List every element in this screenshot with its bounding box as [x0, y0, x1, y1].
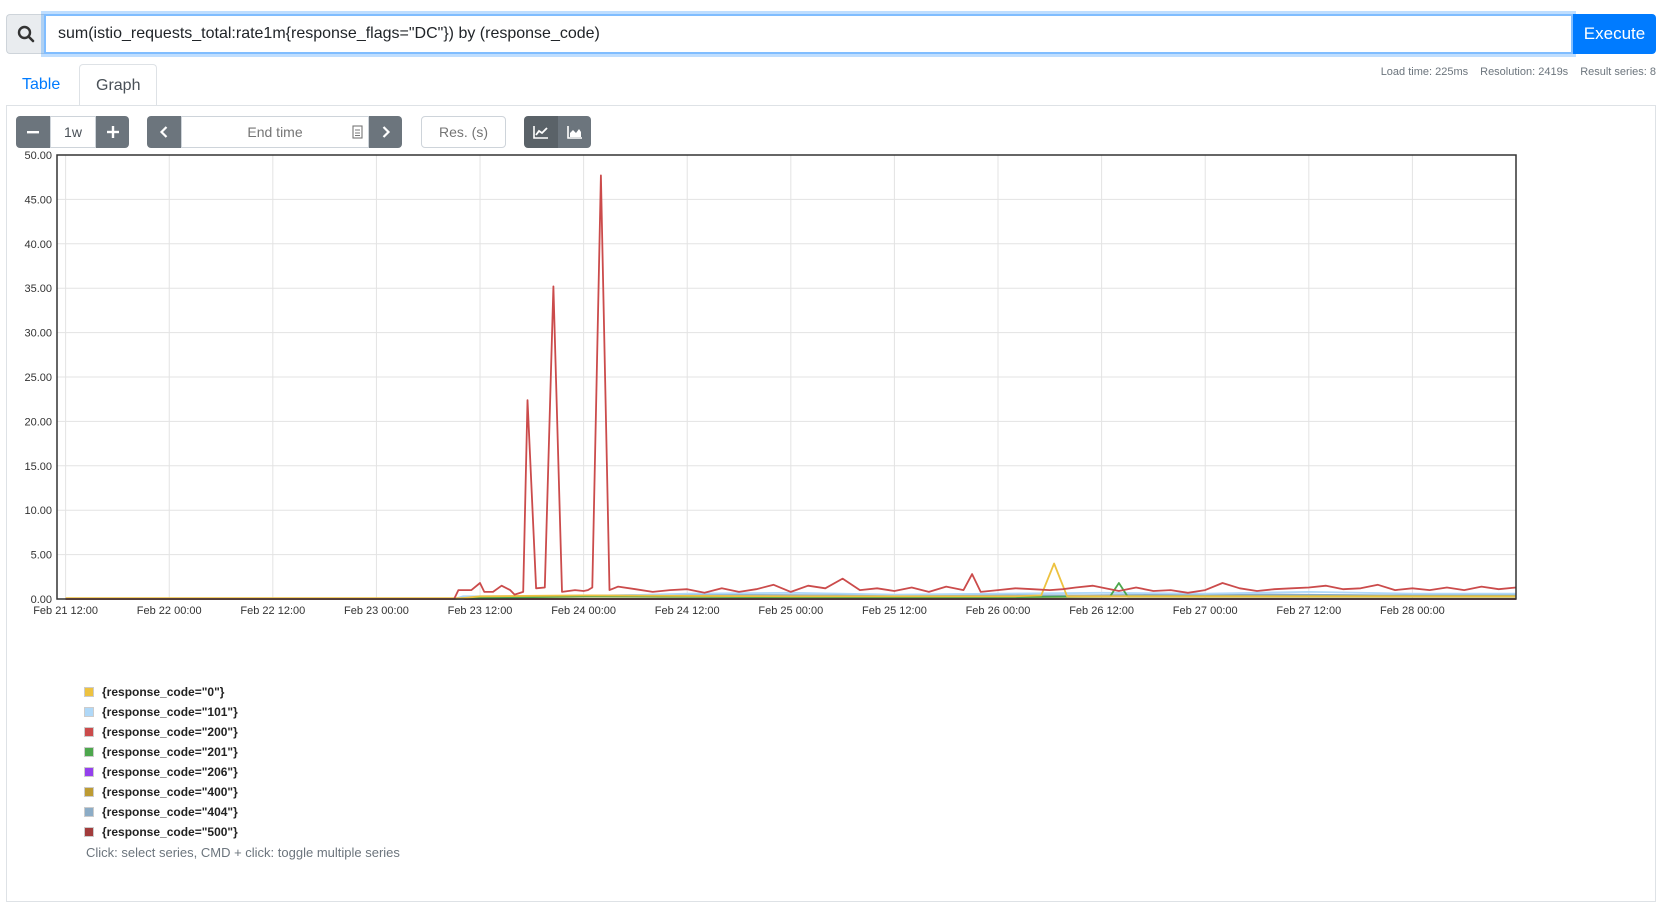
minus-icon — [27, 131, 39, 134]
area-chart-icon — [566, 126, 582, 139]
legend-swatch — [84, 707, 94, 717]
y-tick-label: 10.00 — [24, 505, 52, 517]
x-tick-label: Feb 27 12:00 — [1276, 605, 1341, 617]
x-tick-label: Feb 26 00:00 — [966, 605, 1031, 617]
calendar-icon[interactable] — [352, 125, 363, 144]
x-tick-label: Feb 28 00:00 — [1380, 605, 1445, 617]
legend-item[interactable]: {response_code="200"} — [84, 722, 238, 742]
load-time: Load time: 225ms — [1380, 66, 1469, 78]
legend-swatch — [84, 747, 94, 757]
expression-input[interactable] — [44, 14, 1573, 54]
stacked-button[interactable] — [558, 116, 591, 148]
y-tick-label: 45.00 — [24, 194, 52, 206]
legend-label: {response_code="0"} — [102, 685, 225, 699]
line-chart-icon — [533, 126, 548, 139]
chevron-right-icon — [382, 126, 390, 138]
search-addon — [6, 14, 44, 54]
y-tick-label: 5.00 — [31, 550, 52, 562]
legend-swatch — [84, 727, 94, 737]
range-input[interactable] — [50, 116, 96, 148]
legend-label: {response_code="206"} — [102, 765, 238, 779]
resolution-input[interactable] — [421, 116, 506, 148]
legend-item[interactable]: {response_code="0"} — [84, 682, 238, 702]
x-tick-label: Feb 25 12:00 — [862, 605, 927, 617]
legend-label: {response_code="400"} — [102, 785, 238, 799]
tab-table[interactable]: Table — [6, 64, 76, 106]
execute-button[interactable]: Execute — [1573, 14, 1656, 54]
legend-item[interactable]: {response_code="500"} — [84, 822, 238, 842]
legend-hint: Click: select series, CMD + click: toggl… — [86, 845, 400, 860]
x-tick-label: Feb 26 12:00 — [1069, 605, 1134, 617]
y-tick-label: 35.00 — [24, 283, 52, 295]
tab-graph[interactable]: Graph — [79, 64, 158, 106]
previous-time-button[interactable] — [147, 116, 181, 148]
legend-item[interactable]: {response_code="404"} — [84, 802, 238, 822]
query-bar: Execute — [6, 14, 1656, 54]
legend-item[interactable]: {response_code="206"} — [84, 762, 238, 782]
legend-item[interactable]: {response_code="201"} — [84, 742, 238, 762]
legend-label: {response_code="200"} — [102, 725, 238, 739]
x-tick-label: Feb 25 00:00 — [758, 605, 823, 617]
x-tick-label: Feb 21 12:00 — [33, 605, 98, 617]
y-tick-label: 15.00 — [24, 461, 52, 473]
y-tick-label: 40.00 — [24, 239, 52, 251]
y-tick-label: 20.00 — [24, 416, 52, 428]
time-series-chart[interactable]: 0.005.0010.0015.0020.0025.0030.0035.0040… — [0, 150, 1662, 630]
unstacked-button[interactable] — [524, 116, 558, 148]
legend-label: {response_code="201"} — [102, 745, 238, 759]
x-tick-label: Feb 24 12:00 — [655, 605, 720, 617]
legend-swatch — [84, 827, 94, 837]
plus-icon — [106, 126, 119, 138]
x-tick-label: Feb 23 00:00 — [344, 605, 409, 617]
y-tick-label: 30.00 — [24, 328, 52, 340]
x-tick-label: Feb 23 12:00 — [448, 605, 513, 617]
y-tick-label: 50.00 — [24, 150, 52, 162]
legend-item[interactable]: {response_code="101"} — [84, 702, 238, 722]
x-tick-label: Feb 22 12:00 — [240, 605, 305, 617]
search-icon — [17, 25, 34, 43]
x-tick-label: Feb 22 00:00 — [137, 605, 202, 617]
query-stats: Load time: 225ms Resolution: 2419s Resul… — [1381, 66, 1656, 78]
y-tick-label: 25.00 — [24, 372, 52, 384]
legend-label: {response_code="404"} — [102, 805, 238, 819]
legend-label: {response_code="101"} — [102, 705, 238, 719]
graph-controls — [16, 116, 1016, 148]
legend-swatch — [84, 767, 94, 777]
legend-swatch — [84, 787, 94, 797]
resolution-stat: Resolution: 2419s — [1480, 66, 1569, 78]
decrease-range-button[interactable] — [16, 116, 50, 148]
next-time-button[interactable] — [369, 116, 402, 148]
increase-range-button[interactable] — [96, 116, 129, 148]
legend-label: {response_code="500"} — [102, 825, 238, 839]
legend-swatch — [84, 687, 94, 697]
x-tick-label: Feb 24 00:00 — [551, 605, 616, 617]
legend-item[interactable]: {response_code="400"} — [84, 782, 238, 802]
result-series-count: Result series: 8 — [1580, 66, 1656, 78]
end-time-input[interactable] — [181, 116, 369, 148]
chevron-left-icon — [159, 126, 168, 138]
legend-swatch — [84, 807, 94, 817]
graph-legend: {response_code="0"} {response_code="101"}… — [84, 682, 238, 842]
x-tick-label: Feb 27 00:00 — [1173, 605, 1238, 617]
